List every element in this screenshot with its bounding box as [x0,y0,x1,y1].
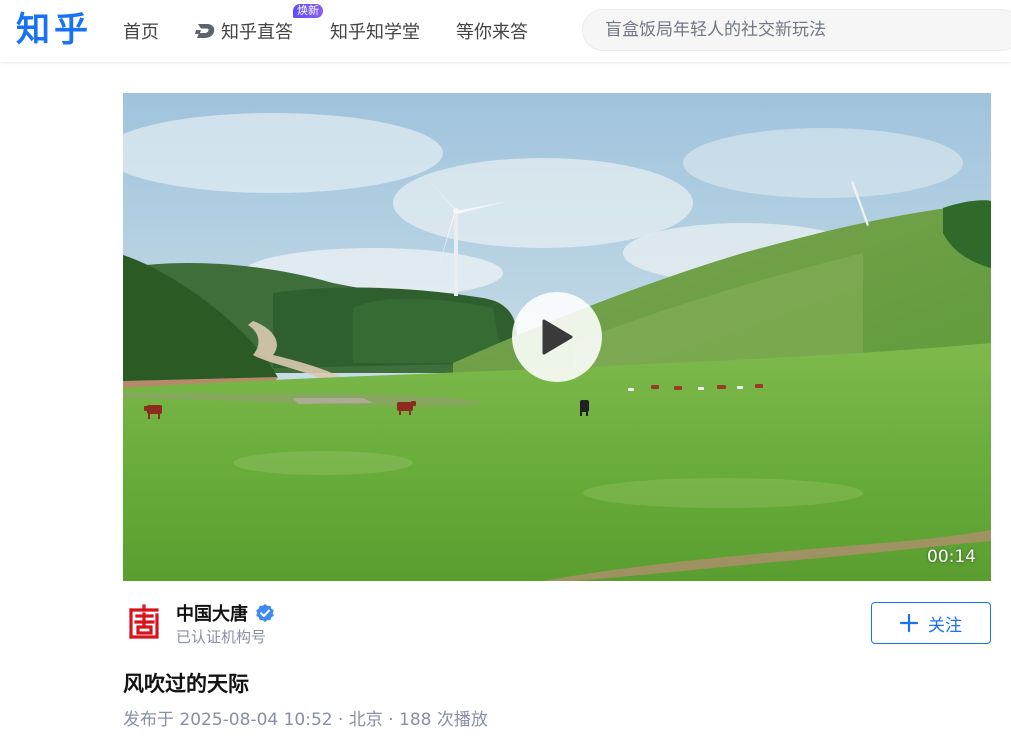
search-box[interactable] [582,9,1011,51]
zhida-icon [195,24,215,38]
top-header: 知乎 首页 知乎直答 焕新 知乎知学堂 等你来答 [0,0,1011,62]
video-player[interactable]: 00:14 [123,93,991,581]
follow-button[interactable]: 关注 [871,602,991,644]
video-duration: 00:14 [927,547,976,567]
verified-icon [256,604,274,622]
author-subtitle: 已认证机构号 [176,628,267,646]
follow-label: 关注 [928,615,962,636]
nav-item-label: 等你来答 [456,22,528,43]
nav-item-label: 知乎直答 [221,22,293,43]
new-badge: 焕新 [293,4,323,18]
plus-icon [900,614,918,632]
video-title: 风吹过的天际 [123,672,249,696]
nav-item-zhida[interactable]: 知乎直答 焕新 [195,4,323,44]
datang-logo-icon[interactable] [123,601,165,643]
nav-item-waiting-answer[interactable]: 等你来答 [456,18,528,44]
play-button[interactable] [512,292,602,382]
video-meta: 发布于 2025-08-04 10:52 · 北京 · 188 次播放 [123,710,488,730]
author-name[interactable]: 中国大唐 [176,600,275,626]
nav-item-home[interactable]: 首页 [123,18,159,44]
search-input[interactable] [603,19,987,41]
nav-item-zhixuetang[interactable]: 知乎知学堂 [330,18,420,44]
nav-item-label: 知乎知学堂 [330,22,420,43]
main-nav: 首页 知乎直答 焕新 知乎知学堂 等你来答 [123,0,564,62]
author-name-text: 中国大唐 [176,604,248,625]
zhihu-logo[interactable]: 知乎 [16,7,92,53]
play-icon [542,319,573,355]
nav-item-label: 首页 [123,22,159,43]
